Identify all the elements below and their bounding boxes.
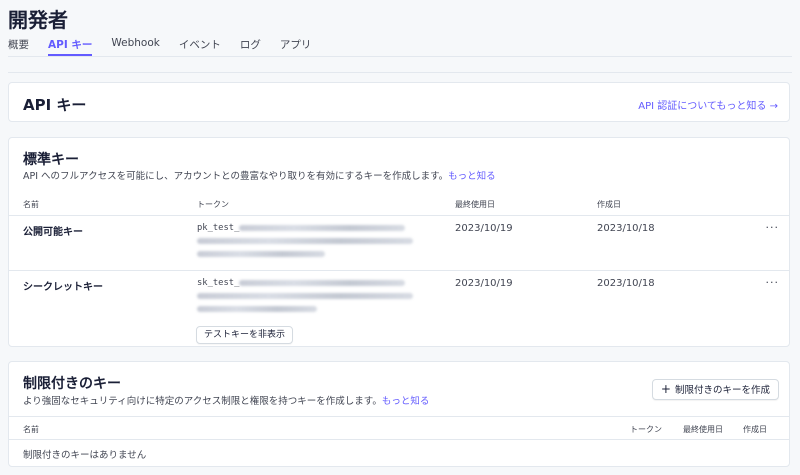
- standard-learn-more-link[interactable]: もっと知る: [448, 171, 496, 182]
- secret-key-prefix: sk_test_: [197, 278, 240, 288]
- api-keys-title: API キー: [23, 96, 87, 114]
- empty-state-text: 制限付きのキーはありません: [23, 450, 147, 461]
- api-auth-learn-more-link[interactable]: API 認証についてもっと知る →: [638, 97, 778, 112]
- plus-icon: +: [660, 382, 671, 396]
- redacted-token: [197, 305, 317, 312]
- col-name: 名前: [23, 425, 39, 434]
- tab-apps[interactable]: アプリ: [280, 37, 312, 56]
- tab-logs[interactable]: ログ: [240, 37, 261, 56]
- header-divider: [9, 215, 789, 216]
- secret-key-last-used: 2023/10/19: [455, 278, 513, 289]
- create-restricted-key-button[interactable]: + 制限付きのキーを作成: [651, 379, 779, 400]
- publishable-key-last-used: 2023/10/19: [455, 223, 513, 234]
- standard-keys-description: API へのフルアクセスを可能にし、アカウントとの豊富なやり取りを有効にするキー…: [23, 168, 496, 182]
- publishable-key-name: 公開可能キー: [23, 227, 83, 238]
- page-title: 開発者: [8, 8, 68, 32]
- header-top-divider: [9, 416, 789, 417]
- redacted-token: [197, 250, 325, 257]
- restricted-keys-title: 制限付きのキー: [23, 376, 121, 392]
- redacted-token: [239, 224, 406, 231]
- secret-key-created: 2023/10/18: [597, 278, 655, 289]
- standard-keys-description-text: API へのフルアクセスを可能にし、アカウントとの豊富なやり取りを有効にするキー…: [23, 171, 449, 182]
- secret-key-name: シークレットキー: [23, 282, 103, 293]
- standard-keys-title: 標準キー: [23, 152, 79, 168]
- tab-overview[interactable]: 概要: [8, 37, 29, 56]
- col-token: トークン: [630, 425, 662, 434]
- col-token: トークン: [197, 200, 229, 209]
- restricted-learn-more-link[interactable]: もっと知る: [382, 396, 430, 407]
- col-name: 名前: [23, 200, 39, 209]
- header-divider: [9, 439, 789, 440]
- secret-key-token[interactable]: sk_test_: [197, 277, 427, 316]
- create-restricted-key-label: 制限付きのキーを作成: [674, 385, 770, 396]
- redacted-token: [197, 292, 413, 299]
- publishable-key-prefix: pk_test_: [197, 223, 240, 233]
- section-divider: [8, 72, 792, 73]
- redacted-token: [239, 279, 406, 286]
- restricted-keys-card: 制限付きのキー より強固なセキュリティ向けに特定のアクセス制限と権限を持つキーを…: [8, 361, 790, 467]
- tab-api-keys[interactable]: API キー: [48, 37, 93, 56]
- hide-test-key-button[interactable]: テストキーを非表示: [196, 326, 294, 344]
- tab-webhook[interactable]: Webhook: [111, 37, 159, 56]
- publishable-key-menu-button[interactable]: ···: [766, 221, 780, 234]
- publishable-key-created: 2023/10/18: [597, 223, 655, 234]
- restricted-keys-description: より強固なセキュリティ向けに特定のアクセス制限と権限を持つキーを作成します。もっ…: [23, 393, 429, 407]
- col-last-used: 最終使用日: [455, 200, 495, 209]
- restricted-keys-description-text: より強固なセキュリティ向けに特定のアクセス制限と権限を持つキーを作成します。: [23, 396, 382, 407]
- col-last-used: 最終使用日: [683, 425, 723, 434]
- row-divider: [9, 270, 789, 271]
- redacted-token: [197, 237, 413, 244]
- standard-keys-card: 標準キー API へのフルアクセスを可能にし、アカウントとの豊富なやり取りを有効…: [8, 137, 790, 347]
- secret-key-menu-button[interactable]: ···: [766, 276, 780, 289]
- col-created: 作成日: [743, 425, 767, 434]
- tab-bar: 概要 API キー Webhook イベント ログ アプリ: [8, 37, 792, 57]
- api-keys-card: API キー API 認証についてもっと知る →: [8, 82, 790, 122]
- publishable-key-token[interactable]: pk_test_: [197, 222, 427, 261]
- tab-events[interactable]: イベント: [179, 37, 221, 56]
- col-created: 作成日: [597, 200, 621, 209]
